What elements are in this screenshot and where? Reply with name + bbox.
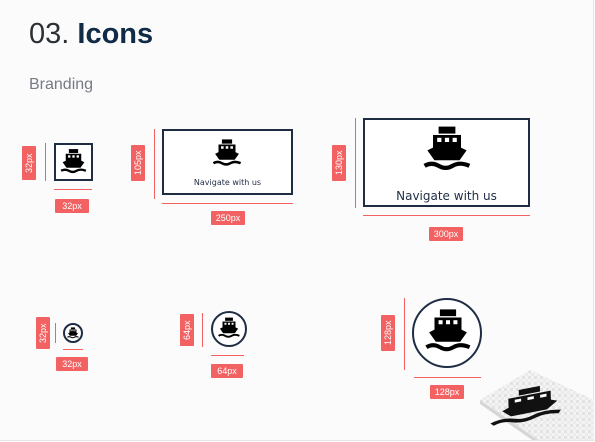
width-guide [54, 189, 92, 190]
height-guide [404, 298, 405, 370]
ship-icon [210, 136, 244, 170]
height-badge: 64px [180, 314, 194, 346]
section-title: Icons [77, 18, 154, 50]
height-badge: 105px [131, 145, 145, 181]
height-guide [355, 118, 356, 208]
width-badge: 300px [429, 227, 463, 241]
width-badge: 32px [55, 199, 89, 213]
width-guide [63, 349, 83, 350]
subsection-label: Branding [29, 76, 94, 93]
ship-icon [419, 121, 475, 177]
width-badge: 250px [211, 211, 245, 225]
width-guide [211, 355, 244, 356]
width-guide [162, 203, 293, 204]
width-badge: 64px [211, 364, 243, 378]
width-badge: 128px [430, 385, 464, 399]
ship-icon [216, 315, 242, 341]
width-badge: 32px [56, 357, 88, 371]
ship-3d-icon [480, 370, 594, 440]
height-badge: 130px [332, 145, 346, 181]
ship-icon [66, 326, 80, 340]
height-badge: 128px [381, 315, 395, 351]
ship-icon [421, 304, 475, 358]
brand-tagline: Navigate with us [396, 189, 497, 203]
height-guide [202, 313, 203, 347]
height-guide [154, 129, 155, 199]
height-guide [55, 323, 56, 343]
width-guide [363, 215, 530, 216]
height-badge: 32px [22, 146, 36, 180]
ship-icon [58, 146, 89, 177]
brand-tagline: Navigate with us [193, 178, 262, 187]
height-badge: 32px [36, 317, 50, 349]
section-number: 03. [29, 18, 70, 50]
page-title: 03. Icons [29, 18, 153, 51]
height-guide [45, 143, 46, 181]
